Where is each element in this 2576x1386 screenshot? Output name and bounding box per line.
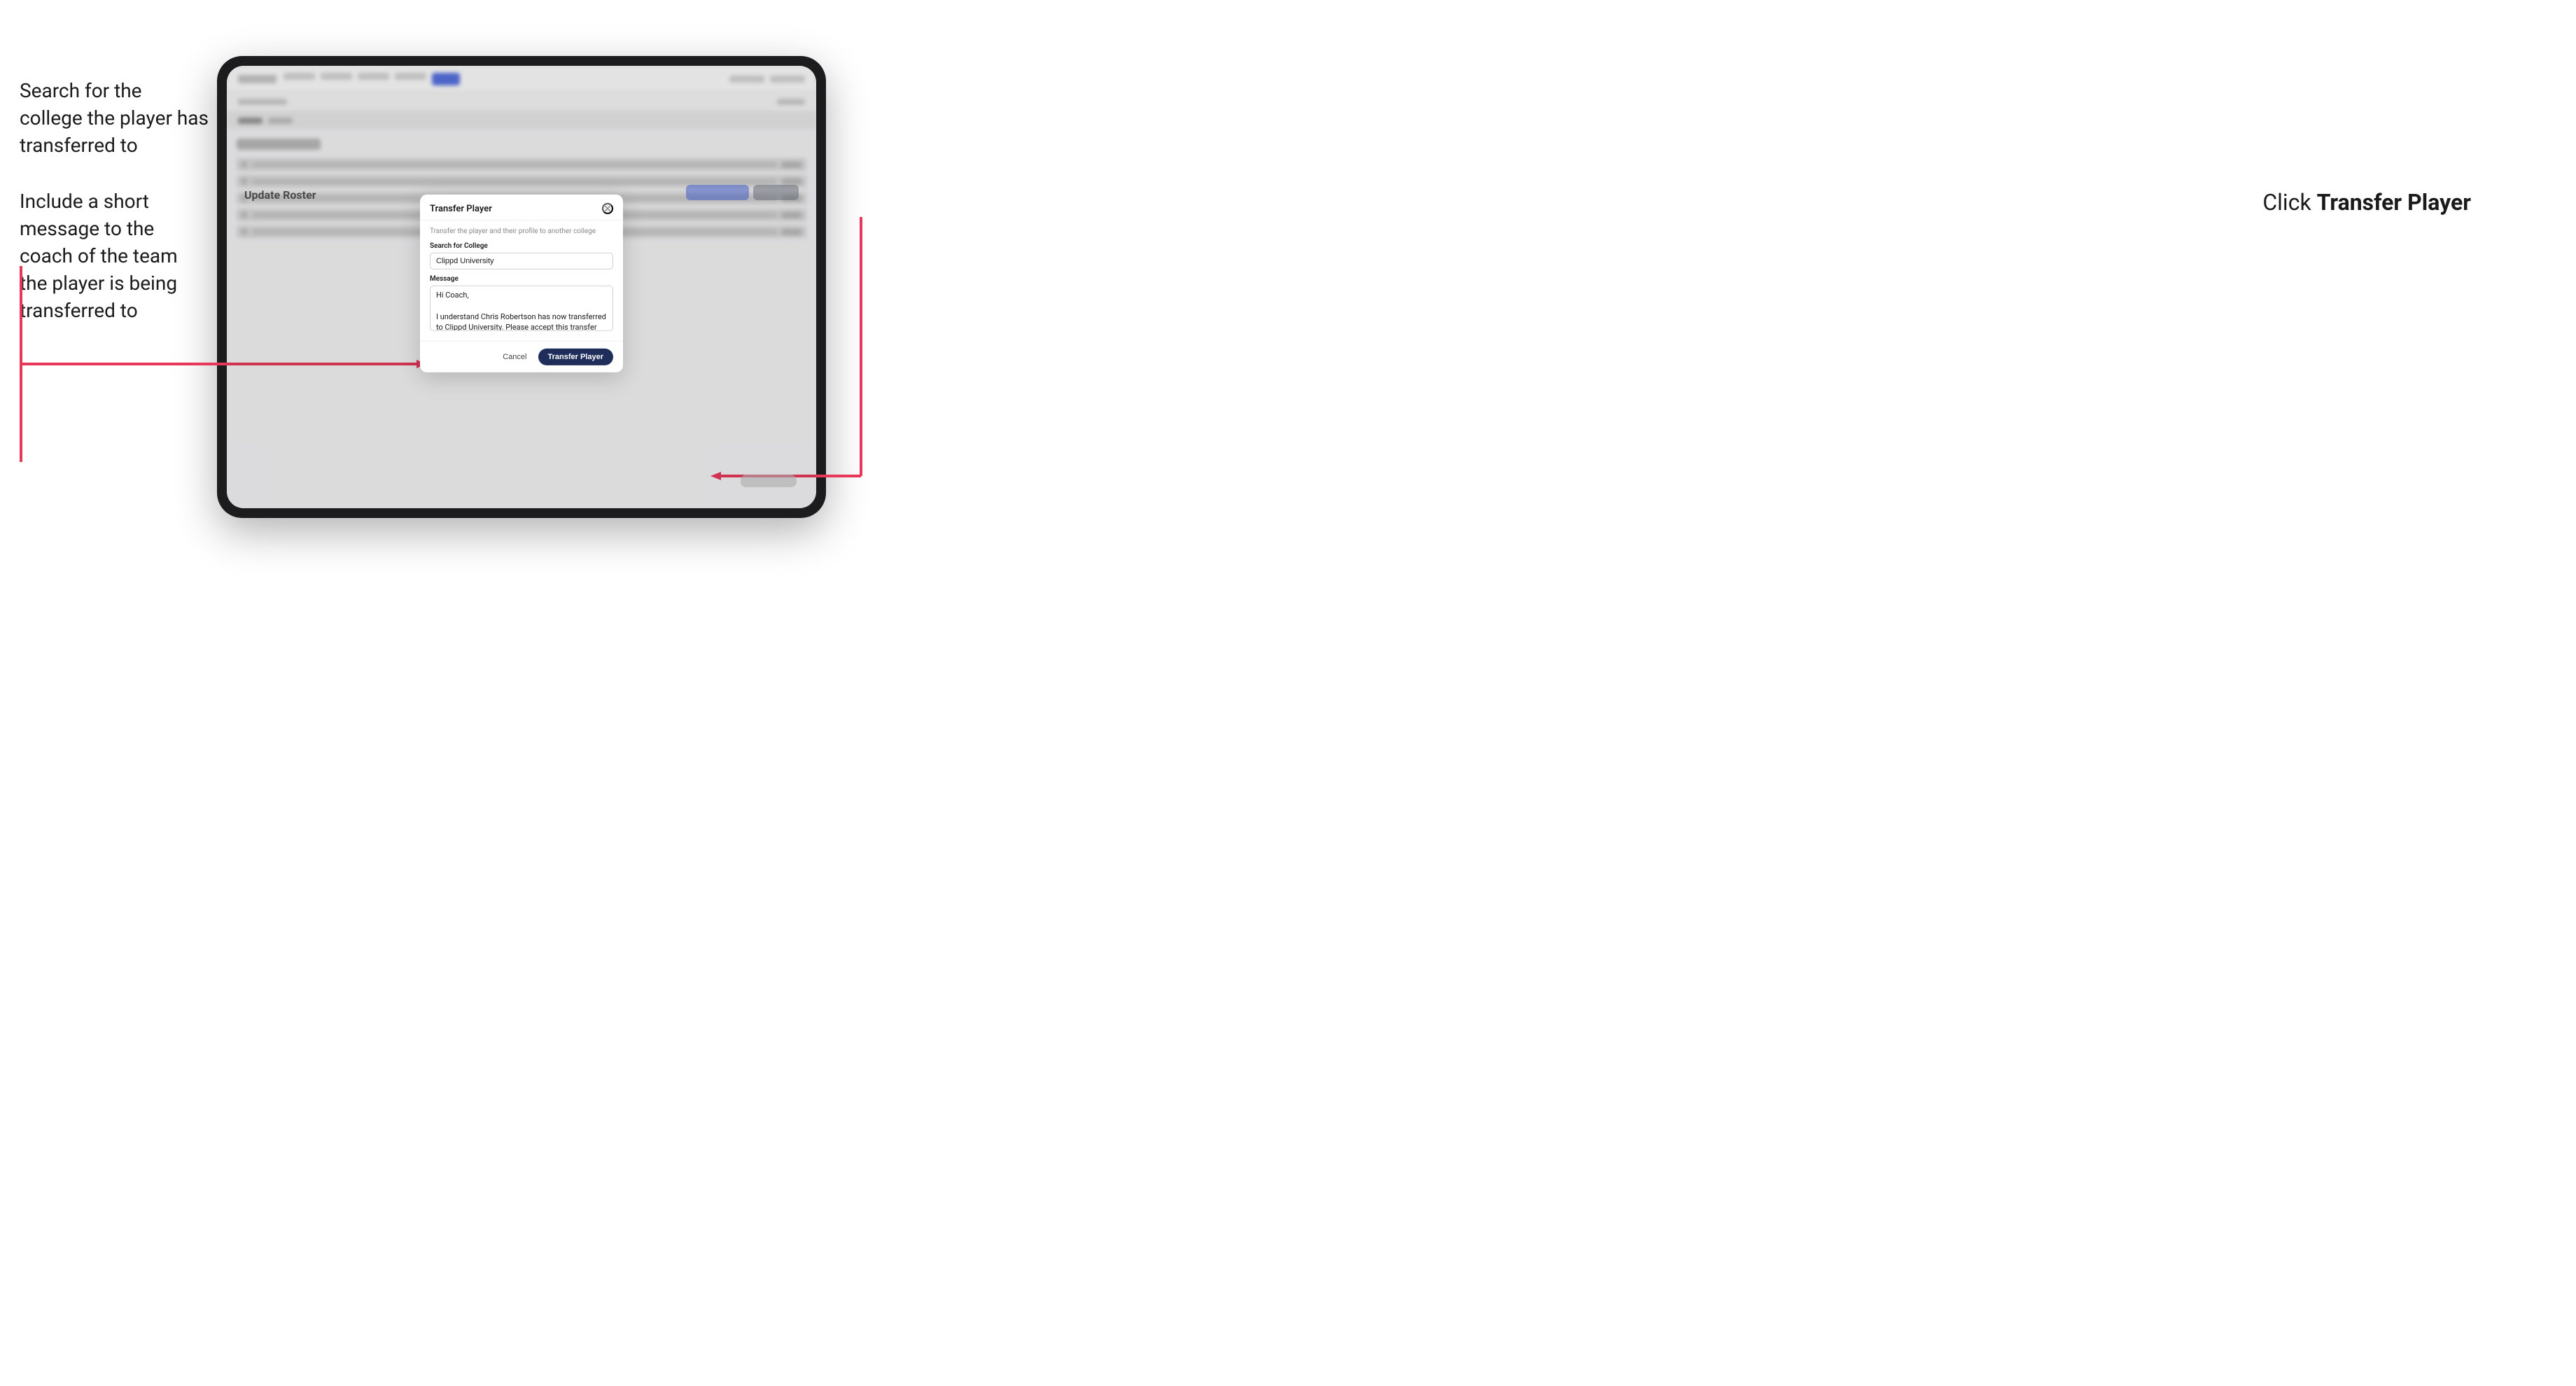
annotation-left: Search for the college the player has tr… xyxy=(20,77,209,353)
transfer-player-modal: Transfer Player ✕ Transfer the player an… xyxy=(420,195,623,372)
search-college-input[interactable] xyxy=(430,253,613,270)
annotation-right-prefix: Click xyxy=(2262,189,2316,216)
transfer-player-button[interactable]: Transfer Player xyxy=(538,349,614,365)
annotation-text-1: Search for the college the player has tr… xyxy=(20,77,209,160)
annotation-right: Click Transfer Player xyxy=(2262,189,2471,216)
message-textarea[interactable] xyxy=(430,286,613,331)
modal-header: Transfer Player ✕ xyxy=(420,195,623,220)
modal-body: Transfer the player and their profile to… xyxy=(420,220,623,341)
cancel-button[interactable]: Cancel xyxy=(497,349,532,365)
annotation-text-2: Include a short message to the coach of … xyxy=(20,188,209,325)
modal-title: Transfer Player xyxy=(430,203,492,214)
search-college-label: Search for College xyxy=(430,242,613,250)
annotation-right-bold: Transfer Player xyxy=(2317,189,2471,216)
tablet-screen: Update Roster Transfer Player ✕ Transfer… xyxy=(227,66,816,508)
modal-close-button[interactable]: ✕ xyxy=(602,203,613,214)
modal-subtitle: Transfer the player and their profile to… xyxy=(430,227,613,235)
modal-footer: Cancel Transfer Player xyxy=(420,341,623,372)
tablet-frame: Update Roster Transfer Player ✕ Transfer… xyxy=(217,56,826,518)
message-label: Message xyxy=(430,275,613,283)
